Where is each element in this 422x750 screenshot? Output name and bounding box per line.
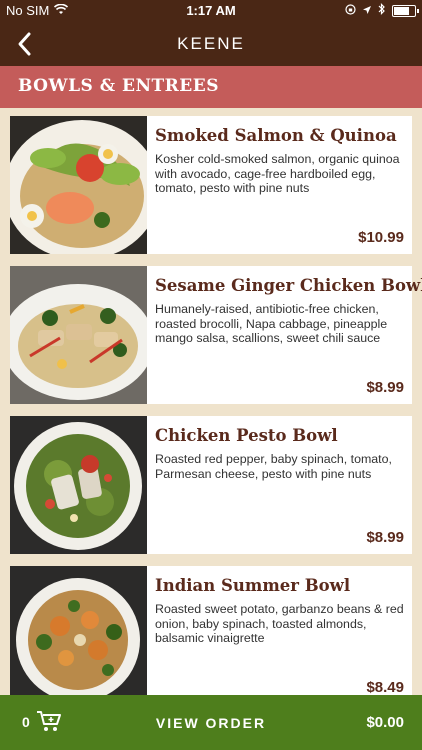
location-title: KEENE	[177, 34, 245, 53]
item-name: Sesame Ginger Chicken Bowl	[155, 276, 422, 295]
item-name: Smoked Salmon & Quinoa	[155, 126, 397, 145]
food-photo	[10, 116, 147, 254]
view-order-button[interactable]: VIEW ORDER	[0, 715, 422, 731]
food-photo	[10, 416, 147, 554]
battery-icon	[392, 4, 419, 17]
food-photo	[10, 266, 147, 404]
nav-bar: KEENE	[0, 22, 422, 66]
menu-item-card[interactable]: Indian Summer Bowl Roasted sweet potato,…	[10, 566, 412, 704]
rotation-lock-icon	[345, 3, 356, 18]
menu-item-card[interactable]: Sesame Ginger Chicken Bowl Humanely-rais…	[10, 266, 422, 404]
item-price: $8.49	[366, 679, 404, 696]
section-title: BOWLS & ENTREES	[18, 76, 219, 96]
item-name: Indian Summer Bowl	[155, 576, 351, 595]
item-description: Kosher cold-smoked salmon, organic quino…	[155, 152, 400, 195]
item-description: Roasted red pepper, baby spinach, tomato…	[155, 452, 392, 481]
menu-item-card[interactable]: Smoked Salmon & Quinoa Kosher cold-smoke…	[10, 116, 412, 254]
order-total: $0.00	[366, 714, 404, 731]
location-arrow-icon	[362, 3, 372, 18]
item-price: $8.99	[366, 379, 404, 396]
item-name: Chicken Pesto Bowl	[155, 426, 338, 445]
item-description: Humanely-raised, antibiotic-free chicken…	[155, 302, 388, 345]
item-description: Roasted sweet potato, garbanzo beans & r…	[155, 602, 404, 645]
bluetooth-icon	[378, 3, 386, 18]
section-header: BOWLS & ENTREES	[0, 66, 422, 108]
status-bar: No SIM 1:17 AM	[0, 0, 422, 22]
menu-item-card[interactable]: Chicken Pesto Bowl Roasted red pepper, b…	[10, 416, 412, 554]
view-order-bar[interactable]: 0 VIEW ORDER $0.00	[0, 695, 422, 750]
item-price: $8.99	[366, 529, 404, 546]
item-price: $10.99	[358, 229, 404, 246]
food-photo	[10, 566, 147, 704]
